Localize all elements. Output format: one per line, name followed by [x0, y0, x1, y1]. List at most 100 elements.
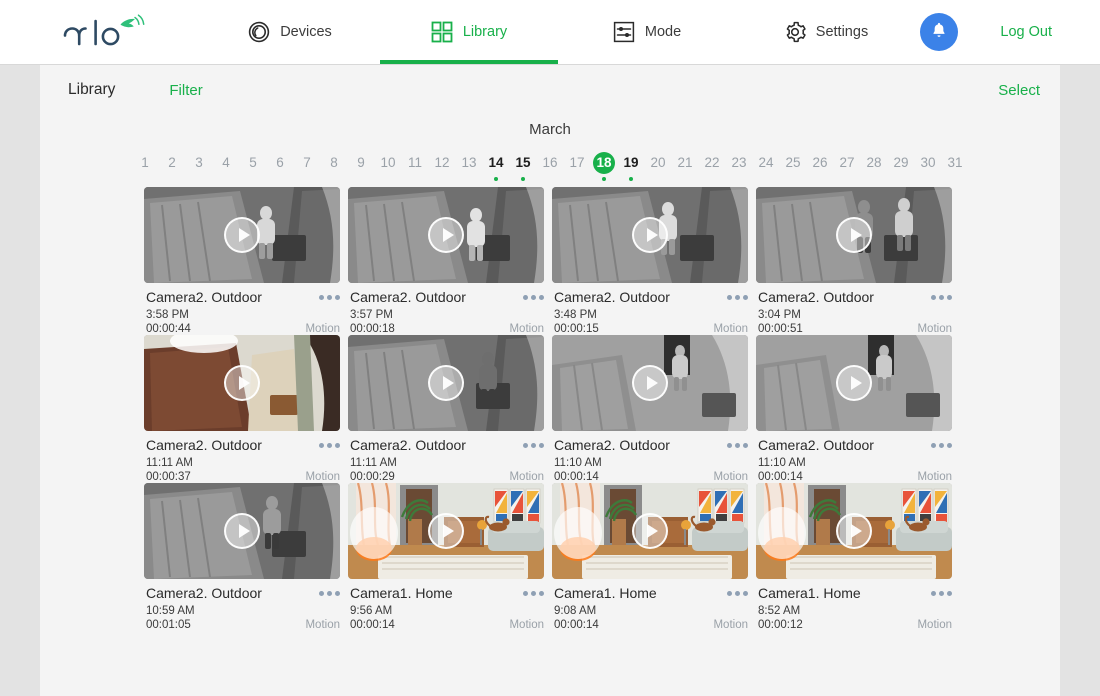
recording-thumbnail[interactable]	[756, 335, 952, 431]
calendar-day-3[interactable]: 3	[186, 152, 213, 181]
recording-card[interactable]: Camera2. Outdoor 11:11 AM 00:00:37 Motion	[142, 335, 346, 483]
calendar-day-17[interactable]: 17	[564, 152, 591, 181]
recording-card[interactable]: Camera2. Outdoor 3:57 PM 00:00:18 Motion	[346, 187, 550, 335]
recording-thumbnail[interactable]	[552, 483, 748, 579]
filter-button[interactable]: Filter	[169, 82, 202, 99]
recording-more-menu-icon[interactable]	[727, 442, 750, 448]
recording-thumbnail[interactable]	[144, 335, 340, 431]
calendar-day-30[interactable]: 30	[915, 152, 942, 181]
play-triangle-icon	[850, 376, 862, 390]
calendar-day-number: 24	[758, 155, 774, 170]
calendar-day-23[interactable]: 23	[726, 152, 753, 181]
play-button[interactable]	[836, 217, 872, 253]
calendar-day-6[interactable]: 6	[267, 152, 294, 181]
recording-more-menu-icon[interactable]	[523, 590, 546, 596]
recording-card[interactable]: Camera1. Home 9:08 AM 00:00:14 Motion	[550, 483, 754, 631]
nav-label-settings: Settings	[815, 24, 869, 40]
recording-thumbnail[interactable]	[756, 483, 952, 579]
calendar-day-16[interactable]: 16	[537, 152, 564, 181]
calendar-day-25[interactable]: 25	[780, 152, 807, 181]
play-button[interactable]	[428, 217, 464, 253]
recording-card[interactable]: Camera2. Outdoor 11:10 AM 00:00:14 Motion	[550, 335, 754, 483]
calendar-day-1[interactable]: 1	[132, 152, 159, 181]
calendar-day-13[interactable]: 13	[456, 152, 483, 181]
play-button[interactable]	[224, 217, 260, 253]
calendar-day-20[interactable]: 20	[645, 152, 672, 181]
calendar-day-22[interactable]: 22	[699, 152, 726, 181]
recording-thumbnail[interactable]	[144, 187, 340, 283]
recording-thumbnail[interactable]	[348, 335, 544, 431]
recording-more-menu-icon[interactable]	[727, 590, 750, 596]
recording-time: 3:57 PM	[350, 309, 393, 321]
calendar-day-31[interactable]: 31	[942, 152, 969, 181]
calendar-day-2[interactable]: 2	[159, 152, 186, 181]
recording-more-menu-icon[interactable]	[727, 294, 750, 300]
library-subheader: Library Filter Select	[40, 65, 1060, 115]
recording-more-menu-icon[interactable]	[523, 442, 546, 448]
calendar-day-14[interactable]: 14	[483, 152, 510, 181]
recording-more-menu-icon[interactable]	[319, 590, 342, 596]
calendar-day-10[interactable]: 10	[375, 152, 402, 181]
recording-more-menu-icon[interactable]	[319, 294, 342, 300]
recording-thumbnail[interactable]	[348, 187, 544, 283]
recording-card[interactable]: Camera1. Home 9:56 AM 00:00:14 Motion	[346, 483, 550, 631]
nav-item-library[interactable]: Library	[380, 0, 558, 64]
play-button[interactable]	[224, 513, 260, 549]
play-triangle-icon	[442, 228, 454, 242]
recording-duration: 00:00:51	[758, 323, 803, 335]
recording-card[interactable]: Camera2. Outdoor 3:58 PM 00:00:44 Motion	[142, 187, 346, 335]
recording-card[interactable]: Camera2. Outdoor 11:10 AM 00:00:14 Motion	[754, 335, 958, 483]
play-button[interactable]	[428, 513, 464, 549]
logout-button[interactable]: Log Out	[1000, 24, 1052, 40]
calendar-day-dot	[629, 177, 633, 181]
recording-card[interactable]: Camera2. Outdoor 3:48 PM 00:00:15 Motion	[550, 187, 754, 335]
recording-card[interactable]: Camera2. Outdoor 10:59 AM 00:01:05 Motion	[142, 483, 346, 631]
calendar-day-9[interactable]: 9	[348, 152, 375, 181]
calendar-day-21[interactable]: 21	[672, 152, 699, 181]
calendar-day-number: 8	[330, 155, 338, 170]
recording-duration: 00:00:29	[350, 471, 395, 483]
play-button[interactable]	[836, 365, 872, 401]
calendar-day-29[interactable]: 29	[888, 152, 915, 181]
calendar-day-18[interactable]: 18	[591, 152, 618, 181]
select-button[interactable]: Select	[998, 82, 1040, 99]
calendar-day-7[interactable]: 7	[294, 152, 321, 181]
calendar-day-27[interactable]: 27	[834, 152, 861, 181]
calendar-day-15[interactable]: 15	[510, 152, 537, 181]
recording-thumbnail[interactable]	[144, 483, 340, 579]
play-button[interactable]	[632, 217, 668, 253]
nav-item-mode[interactable]: Mode	[558, 0, 736, 64]
play-button[interactable]	[428, 365, 464, 401]
calendar-day-19[interactable]: 19	[618, 152, 645, 181]
nav-item-devices[interactable]: Devices	[200, 0, 380, 64]
calendar-day-number: 11	[407, 155, 422, 170]
recording-more-menu-icon[interactable]	[931, 590, 954, 596]
play-button[interactable]	[632, 365, 668, 401]
calendar-day-12[interactable]: 12	[429, 152, 456, 181]
calendar-day-8[interactable]: 8	[321, 152, 348, 181]
calendar-day-5[interactable]: 5	[240, 152, 267, 181]
calendar-day-26[interactable]: 26	[807, 152, 834, 181]
play-button[interactable]	[836, 513, 872, 549]
recording-card[interactable]: Camera2. Outdoor 11:11 AM 00:00:29 Motion	[346, 335, 550, 483]
calendar-day-24[interactable]: 24	[753, 152, 780, 181]
recording-card[interactable]: Camera2. Outdoor 3:04 PM 00:00:51 Motion	[754, 187, 958, 335]
recording-more-menu-icon[interactable]	[523, 294, 546, 300]
calendar-day-dot	[494, 177, 498, 181]
nav-item-settings[interactable]: Settings	[736, 0, 916, 64]
arlo-logo[interactable]	[0, 11, 200, 53]
play-button[interactable]	[224, 365, 260, 401]
recording-more-menu-icon[interactable]	[931, 294, 954, 300]
recording-thumbnail[interactable]	[552, 335, 748, 431]
recording-thumbnail[interactable]	[552, 187, 748, 283]
notifications-button[interactable]	[920, 13, 959, 51]
recording-thumbnail[interactable]	[756, 187, 952, 283]
recording-card[interactable]: Camera1. Home 8:52 AM 00:00:12 Motion	[754, 483, 958, 631]
recording-thumbnail[interactable]	[348, 483, 544, 579]
recording-more-menu-icon[interactable]	[319, 442, 342, 448]
calendar-day-4[interactable]: 4	[213, 152, 240, 181]
play-button[interactable]	[632, 513, 668, 549]
calendar-day-11[interactable]: 11	[402, 152, 429, 181]
calendar-day-28[interactable]: 28	[861, 152, 888, 181]
recording-more-menu-icon[interactable]	[931, 442, 954, 448]
